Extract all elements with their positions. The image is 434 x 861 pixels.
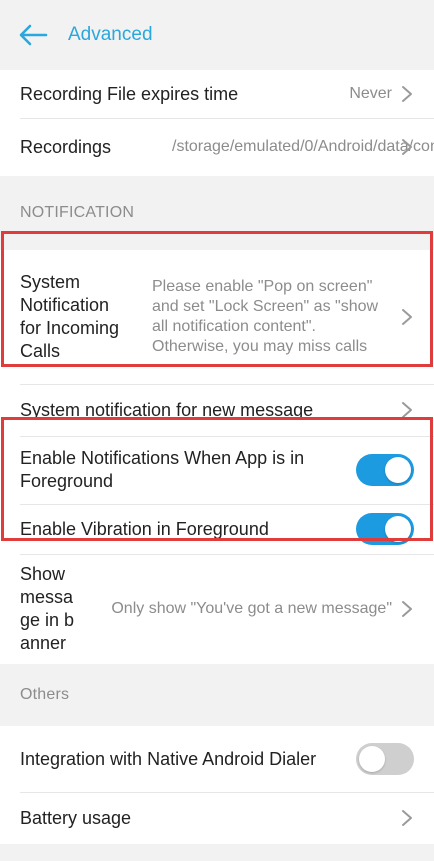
chevron-right-icon xyxy=(400,599,414,619)
battery-usage-label: Battery usage xyxy=(20,807,132,828)
vibration-foreground-row: Enable Vibration in Foreground xyxy=(0,504,434,554)
section-title-notification: NOTIFICATION xyxy=(0,176,434,250)
native-dialer-row: Integration with Native Android Dialer xyxy=(0,726,434,792)
vibration-foreground-label: Enable Vibration in Foreground xyxy=(20,518,269,539)
new-message-notification-label: System notification for new message xyxy=(20,399,314,420)
toggle-knob xyxy=(385,457,411,483)
show-message-banner-value: Only show "You've got a new message" xyxy=(111,600,392,617)
recordings-label: Recordings xyxy=(20,136,112,157)
arrow-left-icon xyxy=(19,24,48,46)
toggle-knob xyxy=(385,516,411,542)
recordings-path-value: /storage/emulated/0/Android/data/com.por… xyxy=(172,138,434,155)
back-button[interactable] xyxy=(18,19,50,51)
new-message-notification-row[interactable]: System notification for new message xyxy=(0,384,434,436)
chevron-right-icon xyxy=(400,84,414,104)
app-screen: Advanced Recording File expires time Nev… xyxy=(0,0,434,861)
recording-expire-row[interactable]: Recording File expires time Never xyxy=(0,70,434,118)
section-title-others: Others xyxy=(0,664,434,726)
system-notification-incoming-row[interactable]: System Notification for Incoming Calls P… xyxy=(0,250,434,384)
page-title: Advanced xyxy=(68,24,153,45)
foreground-notification-row: Enable Notifications When App is in Fore… xyxy=(0,436,434,504)
show-message-banner-label: Show message in banner xyxy=(20,564,75,653)
chevron-right-icon xyxy=(400,137,414,157)
native-dialer-label: Integration with Native Android Dialer xyxy=(20,748,317,769)
others-group: Integration with Native Android Dialer B… xyxy=(0,726,434,844)
native-dialer-toggle[interactable] xyxy=(356,743,414,775)
foreground-notification-toggle[interactable] xyxy=(356,454,414,486)
system-notification-incoming-label: System Notification for Incoming Calls xyxy=(20,272,120,361)
recording-group: Recording File expires time Never Record… xyxy=(0,70,434,176)
foreground-notification-label: Enable Notifications When App is in Fore… xyxy=(20,448,305,491)
recording-expire-label: Recording File expires time xyxy=(20,83,239,104)
chevron-right-icon xyxy=(400,808,414,828)
battery-usage-row[interactable]: Battery usage xyxy=(0,792,434,844)
recordings-row[interactable]: Recordings /storage/emulated/0/Android/d… xyxy=(0,118,434,176)
recording-expire-value: Never xyxy=(349,85,392,102)
header-bar: Advanced xyxy=(0,0,434,70)
system-notification-incoming-hint: Please enable "Pop on screen" and set "L… xyxy=(152,278,379,355)
toggle-knob xyxy=(359,746,385,772)
chevron-right-icon xyxy=(400,400,414,420)
notification-group: System Notification for Incoming Calls P… xyxy=(0,250,434,664)
vibration-foreground-toggle[interactable] xyxy=(356,513,414,545)
chevron-right-icon xyxy=(400,307,414,327)
show-message-banner-row[interactable]: Show message in banner Only show "You've… xyxy=(0,554,434,664)
